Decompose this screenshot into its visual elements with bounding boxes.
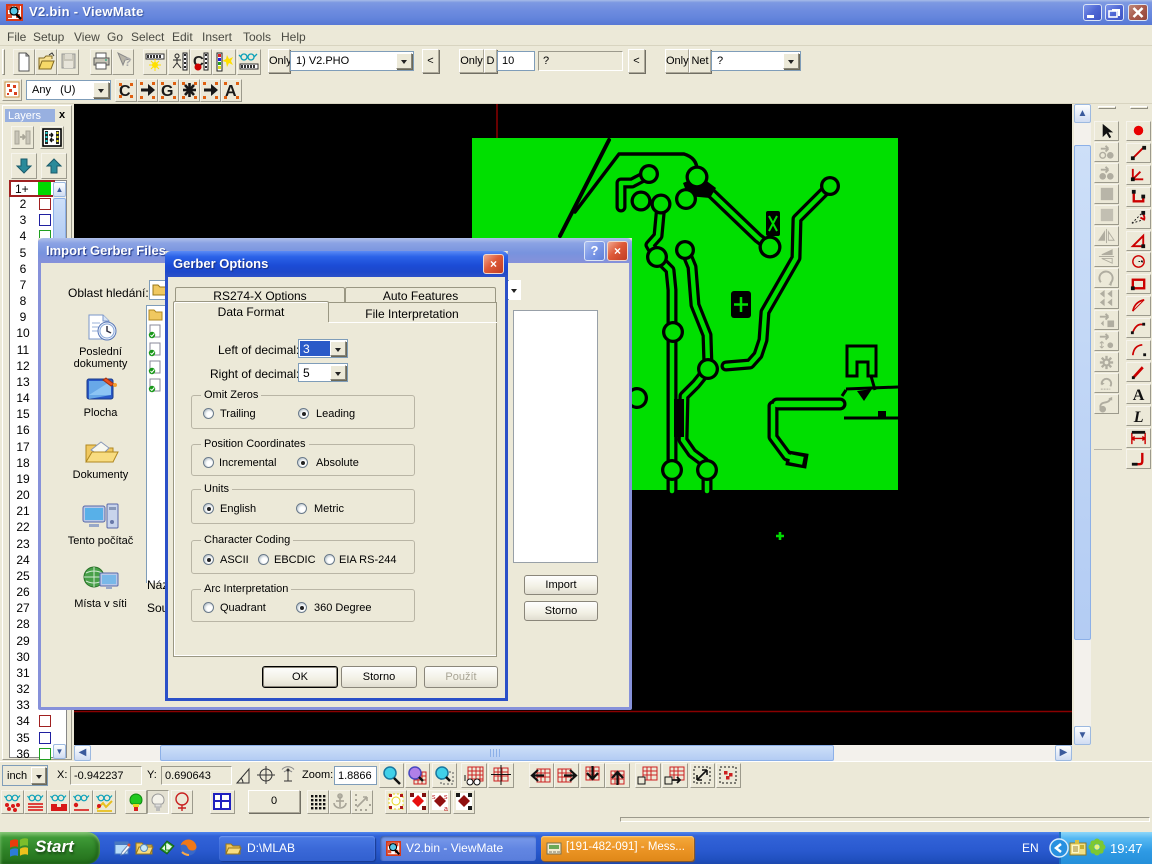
- svg-text:?: ?: [124, 55, 131, 69]
- svg-text:a: a: [444, 806, 448, 813]
- svg-text:A: A: [1133, 387, 1145, 403]
- svg-text:L: L: [165, 844, 170, 853]
- svg-text:s: s: [444, 794, 448, 801]
- svg-text:L: L: [1133, 409, 1144, 425]
- svg-text:s: s: [432, 794, 436, 801]
